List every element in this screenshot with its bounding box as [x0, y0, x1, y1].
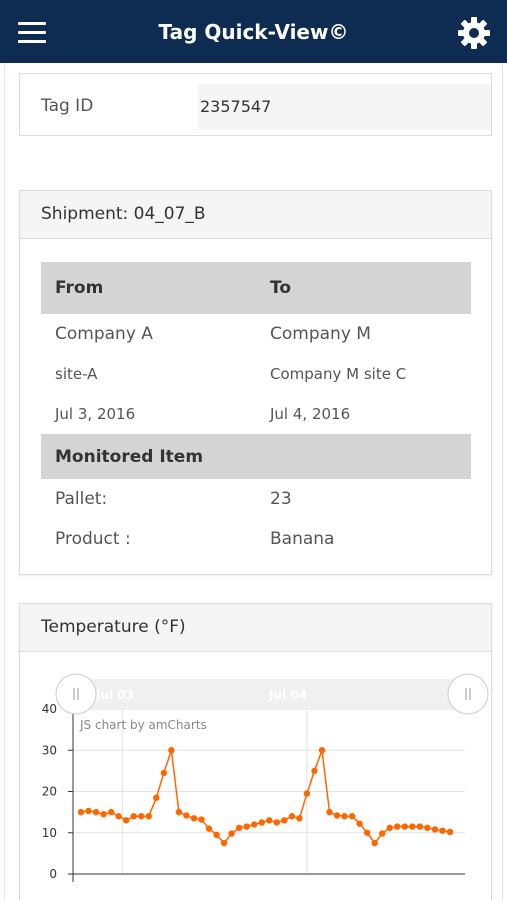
chart-credit[interactable]: JS chart by amCharts	[79, 718, 207, 732]
data-point	[273, 819, 280, 826]
data-point	[363, 829, 371, 836]
shipment-title: Shipment: 04_07_B	[20, 191, 491, 239]
data-point	[168, 747, 175, 754]
app-header: Tag Quick-View©	[0, 0, 507, 63]
data-point	[348, 813, 356, 820]
scrollbar-label: Jul 04	[268, 688, 307, 702]
data-point	[258, 819, 265, 826]
data-point	[409, 823, 416, 830]
table-row: Pallet: 23	[41, 479, 471, 519]
pallet-label: Pallet:	[55, 489, 108, 509]
to-date: Jul 4, 2016	[270, 405, 351, 423]
table-row: site-A Company M site C	[41, 354, 471, 394]
data-point	[175, 808, 183, 816]
data-point	[303, 790, 311, 797]
scrollbar-label: Jul 03	[95, 688, 134, 702]
data-point	[446, 828, 454, 836]
table-header-row: From To	[41, 262, 471, 314]
shipment-table: From To Company A Company M site-A Compa…	[41, 262, 471, 559]
y-tick-label: 30	[42, 743, 57, 757]
data-point	[243, 823, 250, 830]
from-date: Jul 3, 2016	[55, 405, 136, 423]
data-point	[100, 810, 107, 818]
data-point	[77, 808, 85, 816]
table-row: Company A Company M	[41, 314, 471, 354]
data-point	[311, 767, 318, 775]
data-point	[356, 820, 363, 827]
data-point	[190, 815, 198, 822]
data-point	[296, 815, 303, 822]
data-point	[153, 794, 160, 801]
monitored-item-header-row: Monitored Item	[41, 434, 471, 479]
data-point	[333, 812, 341, 819]
data-point	[424, 824, 431, 831]
data-point	[266, 817, 273, 824]
temperature-chart: 010203040 JS chart by amCharts Jul 03 Jul…	[42, 673, 489, 882]
data-point	[288, 813, 296, 820]
table-row: Product : Banana	[41, 519, 471, 559]
main-content: Tag ID 2357547 Shipment: 04_07_B From To…	[4, 63, 503, 900]
table-row: Jul 3, 2016 Jul 4, 2016	[41, 394, 471, 434]
data-point	[183, 812, 190, 819]
data-point	[228, 830, 235, 837]
data-point	[92, 808, 100, 816]
from-header: From	[41, 262, 256, 314]
y-tick-label: 0	[49, 867, 57, 881]
scrollbar-grip[interactable]	[447, 673, 489, 715]
data-point	[318, 747, 326, 754]
to-site: Company M site C	[270, 365, 407, 383]
data-point	[122, 817, 130, 824]
to-company: Company M	[270, 324, 371, 344]
y-tick-label: 10	[42, 826, 57, 840]
data-point	[281, 817, 288, 824]
data-point	[386, 824, 393, 831]
from-company: Company A	[55, 324, 153, 344]
data-point	[341, 813, 348, 820]
data-point	[401, 823, 409, 830]
data-point	[416, 823, 424, 830]
y-tick-label: 20	[42, 785, 57, 799]
pallet-value: 23	[270, 489, 292, 509]
gear-icon[interactable]	[456, 15, 492, 51]
data-point	[220, 839, 228, 847]
y-tick-label: 40	[42, 702, 57, 716]
chart-scrollbar[interactable]: Jul 03 Jul 04	[55, 673, 489, 715]
data-point	[205, 825, 213, 832]
data-point	[138, 813, 145, 820]
data-point	[235, 824, 243, 831]
product-label: Product :	[55, 529, 131, 549]
tag-id-field[interactable]: 2357547	[198, 84, 491, 130]
data-point	[251, 821, 258, 828]
product-value: Banana	[270, 529, 335, 549]
data-point	[326, 808, 333, 816]
data-point	[107, 808, 115, 816]
data-point	[145, 813, 152, 820]
data-point	[213, 831, 220, 839]
data-point	[371, 839, 378, 847]
data-point	[85, 807, 92, 815]
tag-id-card: Tag ID 2357547	[19, 73, 492, 136]
app-title: Tag Quick-View©	[158, 20, 349, 44]
data-point	[115, 813, 122, 820]
scrollbar-grip[interactable]	[55, 673, 97, 715]
monitored-item-header: Monitored Item	[41, 434, 471, 479]
temperature-title: Temperature (°F)	[20, 604, 491, 652]
data-point	[431, 826, 439, 833]
to-header: To	[256, 262, 471, 314]
data-point	[160, 769, 168, 777]
series-line	[80, 749, 451, 845]
temperature-panel: Temperature (°F) 0 10 20 30 40 JS chart by a…	[19, 603, 492, 900]
data-point	[198, 816, 205, 823]
data-point	[379, 830, 386, 837]
from-site: site-A	[55, 365, 98, 383]
tag-id-label: Tag ID	[41, 96, 94, 116]
data-point	[394, 823, 401, 830]
shipment-panel: Shipment: 04_07_B From To Company A Comp…	[19, 190, 492, 575]
data-point	[130, 813, 137, 820]
data-point	[439, 827, 446, 834]
